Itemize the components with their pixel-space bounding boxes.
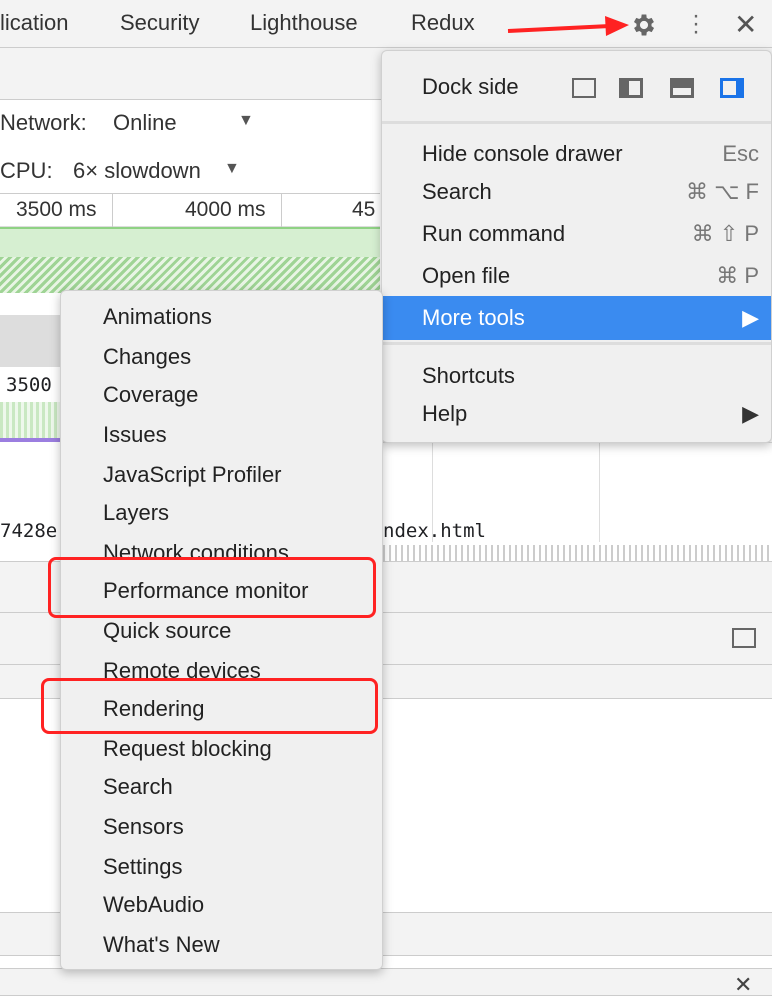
undock-icon[interactable] — [572, 78, 596, 98]
gear-icon[interactable] — [630, 11, 658, 39]
network-select[interactable]: Online — [113, 110, 177, 136]
submenu-item-webaudio[interactable]: WebAudio — [61, 886, 382, 924]
close-icon[interactable]: ✕ — [734, 8, 757, 41]
cpu-label: CPU: — [0, 158, 53, 183]
submenu-item-coverage[interactable]: Coverage — [61, 376, 382, 414]
screenshots-strip — [0, 315, 60, 367]
annotation-arrow — [507, 16, 629, 36]
more-options-icon[interactable]: · · · — [692, 4, 700, 44]
submenu-item-request-blocking[interactable]: Request blocking — [61, 730, 382, 768]
close-drawer-icon[interactable]: ✕ — [734, 972, 752, 998]
dock-right-icon[interactable] — [720, 78, 744, 98]
ruler-tick: 45 — [352, 198, 376, 221]
timeline-ruler: 3500 ms 4000 ms 45 — [0, 193, 380, 228]
tab-lighthouse[interactable]: Lighthouse — [250, 10, 358, 36]
ruler-tick: 4000 ms — [185, 198, 266, 221]
submenu-item-sensors[interactable]: Sensors — [61, 808, 382, 846]
dropdown-arrow-icon: ▼ — [238, 112, 254, 129]
tab-bar: lication Security Lighthouse Redux · · · ✕ — [0, 0, 772, 48]
cpu-select[interactable]: 6× slowdown — [73, 158, 201, 184]
menu-item-hide-console-drawer[interactable]: Hide console drawer Esc — [382, 135, 771, 173]
tab-security[interactable]: Security — [120, 10, 199, 36]
ruler-tick: 3500 ms — [16, 198, 97, 221]
submenu-item-issues[interactable]: Issues — [61, 416, 382, 454]
network-label: Network: — [0, 110, 87, 135]
dock-bottom-icon[interactable] — [670, 78, 694, 98]
menu-item-help[interactable]: Help ▶ — [382, 395, 771, 433]
menu-item-run-command[interactable]: Run command ⌘ ⇧ P — [382, 215, 771, 253]
submenu-item-settings[interactable]: Settings — [61, 848, 382, 886]
dropdown-arrow-icon: ▼ — [224, 160, 240, 177]
menu-item-open-file[interactable]: Open file ⌘ P — [382, 257, 771, 295]
more-tools-submenu: Animations Changes Coverage Issues JavaScrip… — [60, 290, 383, 970]
submenu-item-layers[interactable]: Layers — [61, 494, 382, 532]
submenu-item-what-s-new[interactable]: What's New — [61, 926, 382, 964]
submenu-item-changes[interactable]: Changes — [61, 338, 382, 376]
tab-redux[interactable]: Redux — [411, 10, 475, 36]
menu-item-more-tools[interactable]: More tools ▶ — [382, 296, 771, 340]
time-label: 3500 — [6, 374, 52, 396]
settings-menu: Dock side Hide console drawer Esc Search ⌘… — [381, 50, 772, 443]
menu-item-shortcuts[interactable]: Shortcuts — [382, 357, 771, 395]
menu-item-search[interactable]: Search ⌘ ⌥ F — [382, 173, 771, 211]
cpu-chart — [0, 257, 380, 293]
dock-left-icon[interactable] — [619, 78, 643, 98]
annotation-highlight-rendering — [41, 678, 378, 734]
fps-chart — [0, 227, 380, 257]
file-name: ndex.html — [383, 520, 486, 542]
annotation-highlight-performance-monitor — [48, 557, 376, 618]
toggle-sidebar-icon[interactable] — [732, 628, 756, 648]
tab-application[interactable]: lication — [0, 10, 68, 36]
submenu-item-animations[interactable]: Animations — [61, 298, 382, 336]
file-name: 7428e — [0, 520, 58, 542]
submenu-item-javascript-profiler[interactable]: JavaScript Profiler — [61, 456, 382, 494]
submenu-item-search[interactable]: Search — [61, 768, 382, 806]
dock-side-label: Dock side — [422, 74, 519, 99]
